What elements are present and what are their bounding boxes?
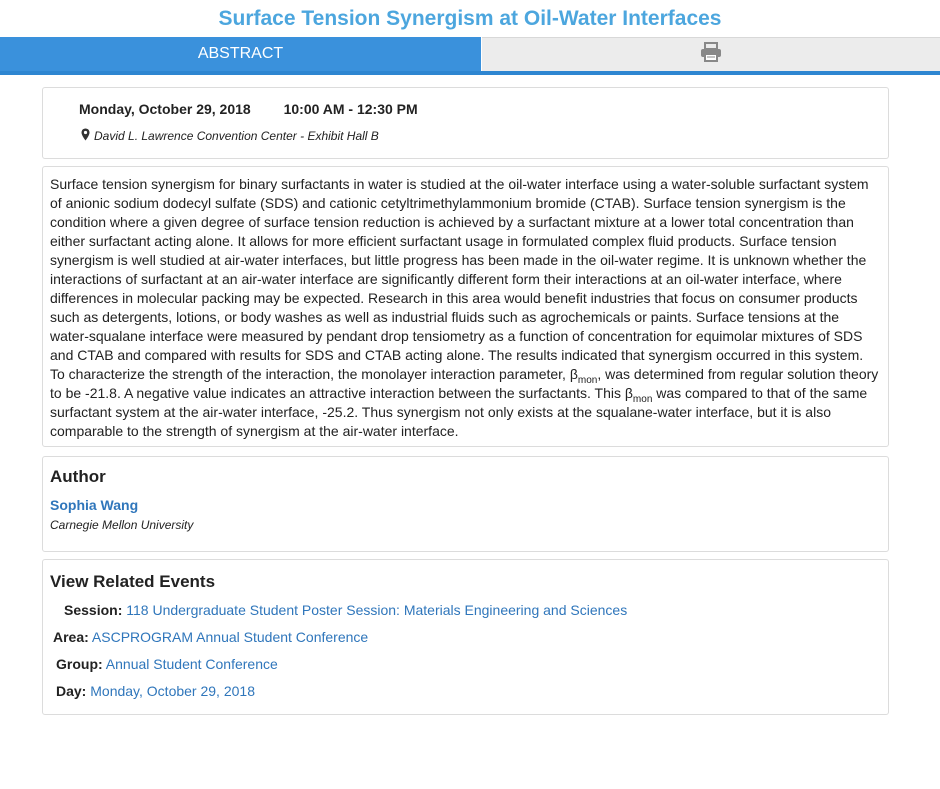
abstract-panel: Surface tension synergism for binary sur… [42,166,889,447]
related-group: Group: Annual Student Conference [56,656,278,672]
printer-icon [700,42,722,67]
related-day: Day: Monday, October 29, 2018 [56,683,255,699]
event-time-panel: Monday, October 29, 2018 10:00 AM - 12:3… [42,87,889,159]
page-title: Surface Tension Synergism at Oil-Water I… [218,7,722,30]
map-marker-icon [81,128,94,144]
session-link[interactable]: 118 Undergraduate Student Poster Session… [126,602,627,618]
event-location: David L. Lawrence Convention Center - Ex… [94,129,379,143]
area-link[interactable]: ASCPROGRAM Annual Student Conference [92,629,368,645]
event-date: Monday, October 29, 2018 [79,101,251,117]
author-heading: Author [50,467,106,486]
event-time: 10:00 AM - 12:30 PM [283,101,418,117]
related-area: Area: ASCPROGRAM Annual Student Conferen… [53,629,369,645]
abstract-text: Surface tension synergism for binary sur… [50,176,879,439]
related-events-heading: View Related Events [50,572,216,591]
tab-bar: ABSTRACT [0,37,940,75]
print-button[interactable] [482,37,940,71]
day-link[interactable]: Monday, October 29, 2018 [90,683,255,699]
author-affiliation: Carnegie Mellon University [50,518,194,532]
author-panel: Author Sophia Wang Carnegie Mellon Unive… [42,456,889,552]
related-session: Session: 118 Undergraduate Student Poste… [64,602,628,618]
tab-abstract[interactable]: ABSTRACT [0,37,481,71]
related-events-panel: View Related Events Session: 118 Undergr… [42,559,889,715]
group-link[interactable]: Annual Student Conference [106,656,278,672]
author-name-link[interactable]: Sophia Wang [50,497,881,513]
